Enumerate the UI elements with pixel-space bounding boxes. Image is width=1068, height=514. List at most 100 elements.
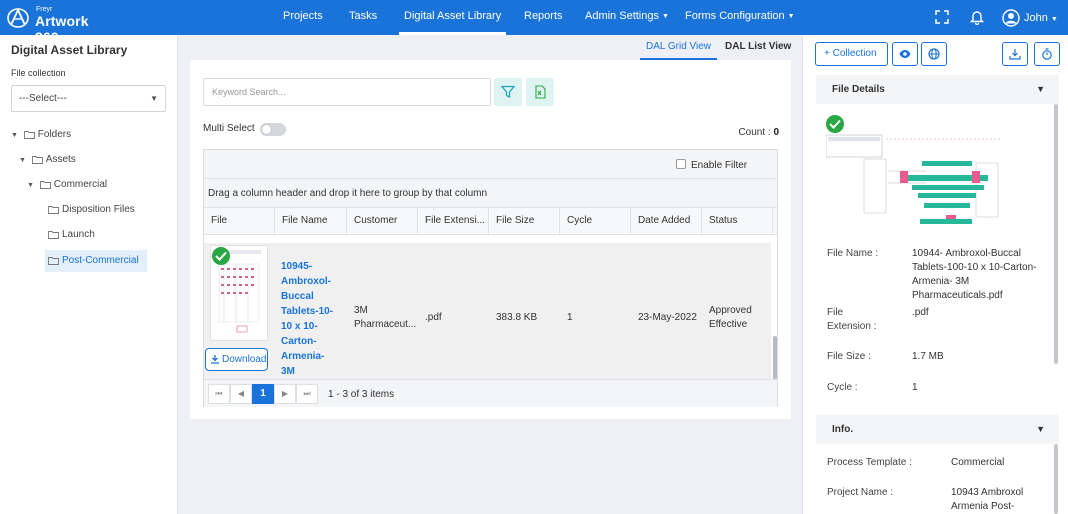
extension-cell: .pdf xyxy=(425,312,442,323)
tree-item-launch[interactable]: Launch xyxy=(48,224,95,246)
export-excel-button[interactable] xyxy=(526,78,554,106)
keyword-search-input[interactable]: Keyword Search... xyxy=(203,78,491,106)
nav-dal-label: Digital Asset Library xyxy=(404,10,502,22)
tab-label: DAL Grid View xyxy=(646,41,712,52)
excel-icon xyxy=(535,85,546,99)
asset-grid: Enable Filter Drag a column header and d… xyxy=(203,149,778,407)
chevron-down-icon: ▼ xyxy=(1036,424,1045,434)
cycle-label: Cycle : xyxy=(827,382,858,393)
tree-item-folders[interactable]: ▼ Folders xyxy=(11,124,71,146)
table-row[interactable]: Download 10945- Ambroxol- Buccal Tablets… xyxy=(204,243,771,392)
tree-item-post-commercial[interactable]: Post-Commercial xyxy=(45,250,147,272)
avatar-icon xyxy=(1002,9,1020,27)
folder-icon xyxy=(48,231,59,239)
tree-label: Folders xyxy=(37,129,72,140)
grid-row-separator xyxy=(204,235,771,243)
column-header-file-name[interactable]: File Name xyxy=(275,208,347,234)
nav-tasks-label: Tasks xyxy=(349,10,378,22)
collection-label: Collection xyxy=(832,48,877,59)
expand-arrow-icon[interactable]: ▼ xyxy=(11,125,21,147)
project-name-label: Project Name : xyxy=(827,487,894,498)
folder-icon xyxy=(23,131,35,139)
tab-dal-grid-view[interactable]: DAL Grid View xyxy=(640,40,718,60)
multi-select-toggle[interactable] xyxy=(260,123,286,136)
preview-button[interactable] xyxy=(892,42,918,66)
tab-dal-list-view[interactable]: DAL List View xyxy=(725,40,791,60)
bell-icon[interactable] xyxy=(969,9,985,25)
globe-button[interactable] xyxy=(921,42,947,66)
page-1-button[interactable]: 1 xyxy=(252,384,274,404)
nav-tasks[interactable]: Tasks xyxy=(349,0,377,35)
tree-item-assets[interactable]: ▼ Assets xyxy=(19,149,76,171)
add-collection-button[interactable]: + Collection xyxy=(815,42,888,66)
fullscreen-icon[interactable] xyxy=(934,9,950,25)
process-template-label: Process Template : xyxy=(827,457,912,468)
chevron-down-icon: ▼ xyxy=(1050,16,1058,23)
multi-select-label: Multi Select xyxy=(203,123,255,134)
date-cell: 23-May-2022 xyxy=(638,312,697,323)
cycle-value: 1 xyxy=(912,382,918,393)
column-header-customer[interactable]: Customer xyxy=(347,208,418,234)
nav-admin-settings[interactable]: Admin Settings ▼ xyxy=(585,0,669,35)
column-header-date-added[interactable]: Date Added xyxy=(631,208,702,234)
size-cell: 383.8 KB xyxy=(496,312,538,323)
tree-item-disposition-files[interactable]: Disposition Files xyxy=(48,199,135,221)
expand-arrow-icon[interactable]: ▼ xyxy=(27,175,37,197)
main-panel: Keyword Search... Multi Select Count : 0… xyxy=(190,60,791,419)
nav-forms-configuration[interactable]: Forms Configuration ▼ xyxy=(685,0,795,35)
file-collection-label: File collection xyxy=(11,68,66,78)
prev-page-button[interactable]: ◀ xyxy=(230,384,252,404)
folder-icon xyxy=(48,257,59,265)
column-header-file-size[interactable]: File Size xyxy=(489,208,560,234)
customer-cell: 3M Pharmaceut... xyxy=(354,305,417,330)
file-name-value: 10944- Ambroxol-Buccal Tablets-100-10 x … xyxy=(912,248,1037,301)
filter-button[interactable] xyxy=(494,78,522,106)
file-preview-image[interactable] xyxy=(826,131,1006,227)
history-button[interactable] xyxy=(1034,42,1060,66)
download-button[interactable]: Download xyxy=(205,348,268,371)
nav-projects-label: Projects xyxy=(283,10,323,22)
checkbox-icon xyxy=(676,159,686,169)
column-header-status[interactable]: Status xyxy=(702,208,773,234)
process-template-value: Commercial xyxy=(951,457,1005,468)
nav-digital-asset-library[interactable]: Digital Asset Library xyxy=(399,0,507,35)
project-name-value: 10943 Ambroxol Armenia Post-Commercial xyxy=(951,487,1024,512)
tree-item-commercial[interactable]: ▼ Commercial xyxy=(27,174,107,196)
column-header-cycle[interactable]: Cycle xyxy=(560,208,631,234)
count-display: Count : 0 xyxy=(738,127,779,138)
grid-header: File File Name Customer File Extensi... … xyxy=(204,208,777,235)
folder-icon xyxy=(48,206,59,214)
last-page-button[interactable]: ⏭ xyxy=(296,384,318,404)
tree-label: Commercial xyxy=(53,179,108,190)
group-by-bar[interactable]: Drag a column header and drop it here to… xyxy=(204,179,777,208)
globe-icon xyxy=(928,48,940,60)
file-details-scrollbar[interactable] xyxy=(1054,104,1058,364)
tab-label: DAL List View xyxy=(725,41,792,52)
expand-arrow-icon[interactable]: ▼ xyxy=(19,150,29,172)
next-page-button[interactable]: ▶ xyxy=(274,384,296,404)
file-name-link[interactable]: 10945- Ambroxol- Buccal Tablets-10-10 x … xyxy=(281,259,343,394)
count-value: 0 xyxy=(773,127,779,138)
column-header-file[interactable]: File xyxy=(204,208,275,234)
nav-projects[interactable]: Projects xyxy=(283,0,323,35)
grid-pager: ⏮ ◀ 1 ▶ ⏭ 1 - 3 of 3 items xyxy=(204,379,777,407)
info-header[interactable]: Info. ▼ xyxy=(816,415,1059,444)
brand[interactable]: Freyr Artwork 360 xyxy=(6,5,116,45)
toggle-knob xyxy=(261,124,272,135)
user-name: John xyxy=(1024,12,1048,24)
file-collection-select[interactable]: ---Select--- ▼ xyxy=(11,85,166,112)
column-header-file-extension[interactable]: File Extensi... xyxy=(418,208,489,234)
brand-small: Freyr xyxy=(36,6,53,13)
first-page-button[interactable]: ⏮ xyxy=(208,384,230,404)
nav-reports[interactable]: Reports xyxy=(524,0,563,35)
pager-info: 1 - 3 of 3 items xyxy=(328,389,395,400)
info-scrollbar[interactable] xyxy=(1054,444,1058,514)
file-details-header[interactable]: File Details ▼ xyxy=(816,75,1059,104)
enable-filter-checkbox[interactable]: Enable Filter xyxy=(676,159,747,171)
count-label: Count : xyxy=(738,127,771,138)
tree-label: Launch xyxy=(62,229,95,240)
download-file-button[interactable] xyxy=(1002,42,1028,66)
tree-label: Disposition Files xyxy=(62,204,135,215)
nav-forms-label: Forms Configuration xyxy=(685,10,785,22)
approved-check-icon xyxy=(212,247,230,265)
